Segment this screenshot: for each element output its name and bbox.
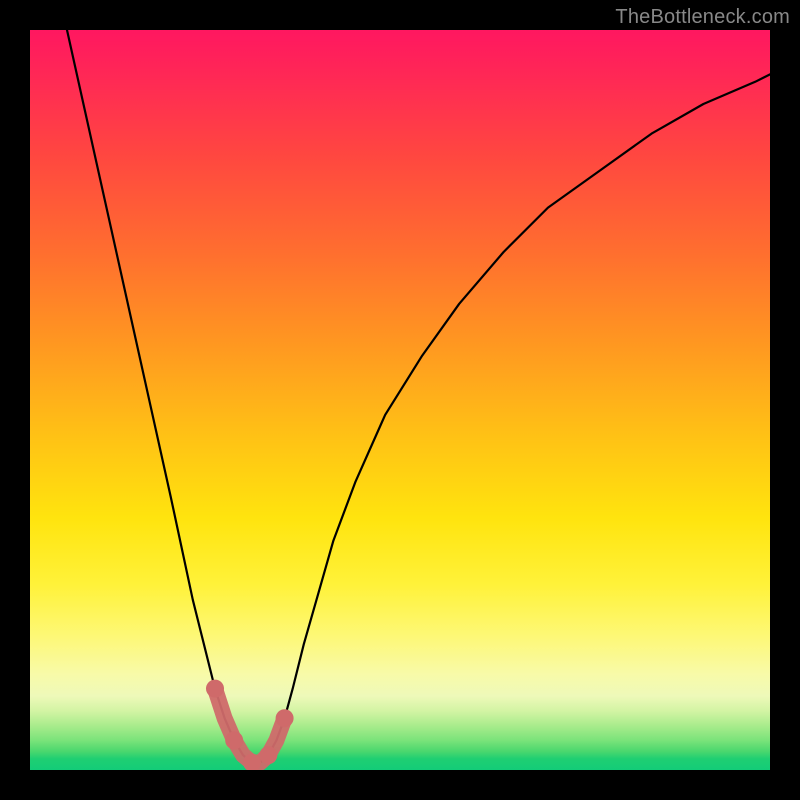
plot-area bbox=[30, 30, 770, 770]
bottleneck-curve bbox=[67, 30, 770, 763]
chart-frame: TheBottleneck.com bbox=[0, 0, 800, 800]
curve-layer bbox=[30, 30, 770, 770]
highlight-dot bbox=[276, 709, 294, 727]
highlight-dot bbox=[225, 731, 243, 749]
highlight-dot bbox=[259, 746, 277, 764]
watermark-text: TheBottleneck.com bbox=[615, 6, 790, 29]
highlight-dot bbox=[206, 680, 224, 698]
